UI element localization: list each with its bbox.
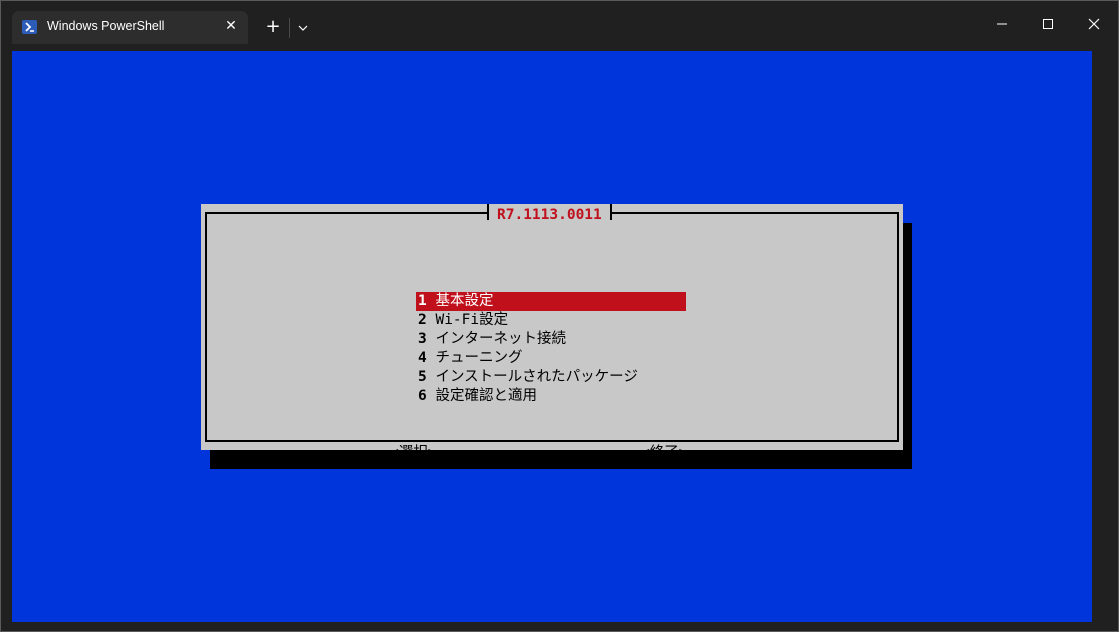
chevron-down-icon[interactable] bbox=[293, 17, 313, 39]
menu-item-number: 2 bbox=[418, 312, 427, 328]
menu-list: 1 基本設定 2 Wi-Fi設定 3 インターネット接続 4 チューニング 5 … bbox=[416, 292, 686, 406]
minimize-icon[interactable] bbox=[987, 11, 1017, 37]
menu-item-label: Wi-Fi設定 bbox=[426, 312, 509, 328]
menu-item-internet-connection[interactable]: 3 インターネット接続 bbox=[416, 330, 686, 349]
menu-item-label: チューニング bbox=[426, 350, 523, 366]
tab-divider bbox=[289, 18, 290, 38]
menu-item-label: インターネット接続 bbox=[426, 331, 566, 347]
menu-dialog: R7.1113.0011 1 基本設定 2 Wi-Fi設定 3 インターネット接… bbox=[201, 204, 903, 461]
exit-button[interactable]: <終了> bbox=[641, 444, 687, 463]
close-tab-icon[interactable]: ✕ bbox=[221, 16, 241, 36]
maximize-icon[interactable] bbox=[1033, 11, 1063, 37]
menu-item-number: 1 bbox=[418, 293, 427, 309]
title-bar: Windows PowerShell ✕ + bbox=[1, 1, 1118, 44]
menu-item-number: 4 bbox=[418, 350, 427, 366]
powershell-icon bbox=[22, 20, 37, 34]
tab-powershell[interactable]: Windows PowerShell ✕ bbox=[12, 11, 248, 44]
menu-item-confirm-and-apply[interactable]: 6 設定確認と適用 bbox=[416, 387, 686, 406]
menu-item-label: インストールされたパッケージ bbox=[426, 369, 638, 385]
menu-item-label: 設定確認と適用 bbox=[426, 388, 537, 404]
close-window-icon[interactable] bbox=[1079, 11, 1109, 37]
terminal-window: Windows PowerShell ✕ + R7.1113.0011 1 基本… bbox=[0, 0, 1119, 632]
tab-title: Windows PowerShell bbox=[47, 19, 165, 33]
terminal-area[interactable]: R7.1113.0011 1 基本設定 2 Wi-Fi設定 3 インターネット接… bbox=[12, 51, 1092, 622]
menu-item-label: 基本設定 bbox=[426, 293, 494, 309]
menu-item-tuning[interactable]: 4 チューニング bbox=[416, 349, 686, 368]
menu-item-basic-settings[interactable]: 1 基本設定 bbox=[416, 292, 686, 311]
dialog-title: R7.1113.0011 bbox=[487, 204, 612, 224]
menu-item-wifi-settings[interactable]: 2 Wi-Fi設定 bbox=[416, 311, 686, 330]
menu-item-number: 5 bbox=[418, 369, 427, 385]
new-tab-button[interactable]: + bbox=[262, 17, 284, 39]
select-button[interactable]: <選択> bbox=[390, 444, 436, 463]
menu-item-number: 3 bbox=[418, 331, 427, 347]
menu-item-installed-packages[interactable]: 5 インストールされたパッケージ bbox=[416, 368, 686, 387]
menu-item-number: 6 bbox=[418, 388, 427, 404]
